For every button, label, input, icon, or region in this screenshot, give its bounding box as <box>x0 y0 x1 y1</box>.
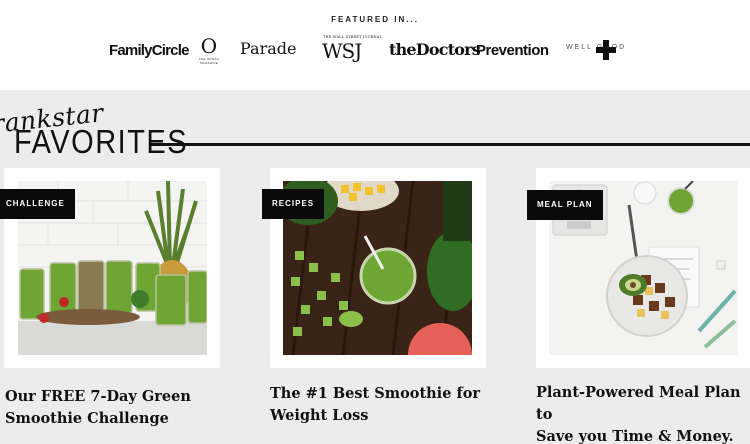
family-circle-logo: FamilyCircle <box>109 42 189 59</box>
card-meal-plan-tag[interactable]: MEAL PLAN <box>527 190 603 220</box>
card-recipes-title[interactable]: The #1 Best Smoothie for Weight Loss <box>270 383 480 427</box>
o-magazine-logo: O <box>200 34 218 58</box>
prevention-logo: Prevention <box>476 42 549 59</box>
card-challenge-tag[interactable]: CHALLENGE <box>0 189 75 219</box>
parade-logo: Parade <box>240 39 297 58</box>
heading-rule <box>150 143 750 146</box>
featured-bar: FEATURED IN... FamilyCircle O THE OPRAH … <box>0 0 750 90</box>
wsj-logo: WSJ <box>322 39 362 63</box>
card-recipes-tag[interactable]: RECIPES <box>262 189 325 219</box>
card-challenge-title[interactable]: Our FREE 7-Day Green Smoothie Challenge <box>5 386 191 430</box>
the-doctors-logo: theDoctors <box>389 40 481 59</box>
card-meal-plan-title[interactable]: Plant-Powered Meal Plan to Save you Time… <box>536 382 750 444</box>
featured-label: FEATURED IN... <box>331 15 419 24</box>
o-magazine-subtitle: THE OPRAH MAGAZINE <box>198 57 220 65</box>
plus-cross-icon <box>596 40 616 60</box>
press-logos: FamilyCircle O THE OPRAH MAGAZINE Parade… <box>0 34 750 66</box>
